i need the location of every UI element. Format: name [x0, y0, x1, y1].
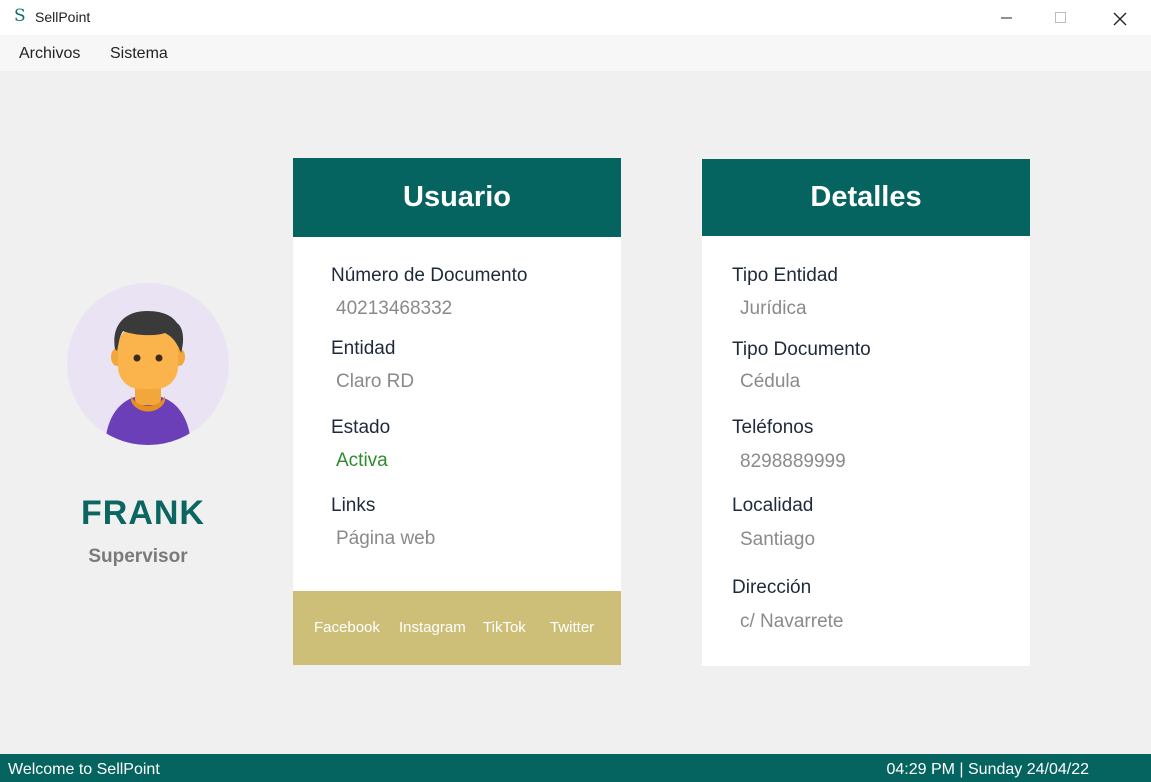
menu-bar: Archivos Sistema — [0, 35, 1151, 71]
field-value-tipo-entidad: Jurídica — [740, 298, 807, 319]
field-value-numero-documento: 40213468332 — [336, 298, 453, 319]
field-label-direccion: Dirección — [732, 577, 812, 598]
profile-name: FRANK — [81, 494, 205, 532]
social-links-bar: Facebook Instagram TikTok Twitter — [293, 591, 621, 665]
usuario-card: Usuario Número de Documento 40213468332 … — [293, 158, 621, 665]
title-bar: S SellPoint — [0, 0, 1151, 35]
window-title: SellPoint — [35, 9, 91, 25]
maximize-button[interactable] — [1036, 0, 1086, 35]
field-label-links: Links — [331, 495, 376, 516]
twitter-link[interactable]: Twitter — [550, 619, 594, 636]
sellpoint-logo-icon: S — [14, 6, 26, 26]
avatar — [67, 283, 229, 445]
close-button[interactable] — [1094, 0, 1144, 35]
menu-sistema[interactable]: Sistema — [110, 45, 168, 63]
welcome-message: Welcome to SellPoint — [8, 761, 160, 778]
field-label-numero-documento: Número de Documento — [331, 265, 528, 286]
field-label-telefonos: Teléfonos — [732, 417, 814, 438]
close-icon — [1113, 12, 1127, 26]
status-bar: Welcome to SellPoint 04:29 PM | Sunday 2… — [0, 754, 1151, 782]
user-avatar-illustration — [105, 311, 191, 445]
datetime-display: 04:29 PM | Sunday 24/04/22 — [886, 761, 1089, 778]
profile-role: Supervisor — [88, 546, 188, 567]
menu-archivos[interactable]: Archivos — [19, 45, 80, 63]
field-value-tipo-documento: Cédula — [740, 371, 801, 392]
field-label-localidad: Localidad — [732, 495, 814, 516]
field-label-estado: Estado — [331, 417, 391, 438]
facebook-link[interactable]: Facebook — [314, 619, 380, 636]
field-value-entidad: Claro RD — [336, 371, 415, 392]
instagram-link[interactable]: Instagram — [399, 619, 466, 636]
field-label-tipo-documento: Tipo Documento — [732, 339, 871, 360]
field-value-telefonos: 8298889999 — [740, 451, 846, 472]
minimize-button[interactable] — [982, 0, 1032, 35]
field-value-direccion: c/ Navarrete — [740, 611, 844, 632]
tiktok-link[interactable]: TikTok — [483, 619, 526, 636]
website-link[interactable]: Página web — [336, 528, 435, 550]
detalles-card-header: Detalles — [702, 159, 1030, 236]
detalles-card: Detalles Tipo Entidad Jurídica Tipo Docu… — [702, 159, 1030, 666]
field-label-entidad: Entidad — [331, 338, 396, 359]
usuario-card-header: Usuario — [293, 158, 621, 237]
status-badge: Activa — [336, 450, 388, 471]
maximize-icon — [1055, 12, 1066, 23]
field-label-tipo-entidad: Tipo Entidad — [732, 265, 838, 286]
field-value-localidad: Santiago — [740, 529, 816, 550]
minimize-icon — [1001, 17, 1012, 19]
